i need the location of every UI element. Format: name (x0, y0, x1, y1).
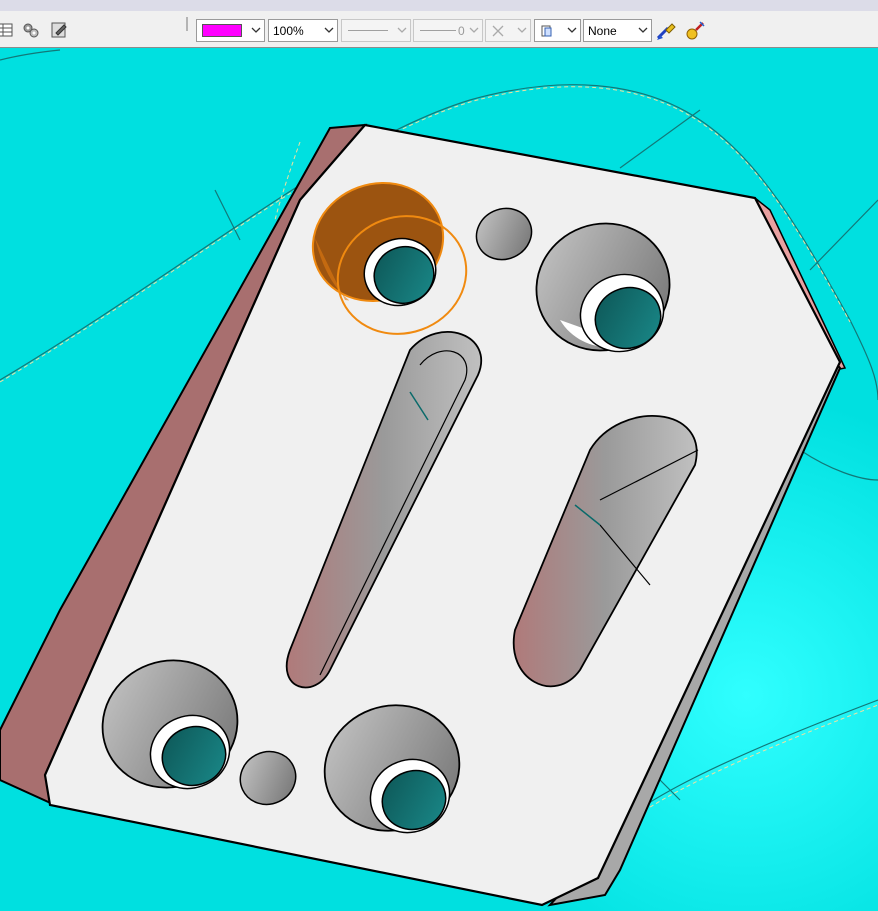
format-toolbar: 100% 0 None (0, 11, 878, 48)
line-style-combo[interactable] (341, 19, 411, 42)
chevron-down-icon (397, 27, 407, 33)
magic-wand-icon[interactable] (684, 20, 706, 42)
edit-sheet-icon[interactable] (50, 21, 68, 39)
chevron-down-icon (469, 27, 479, 33)
transparency-combo[interactable]: 100% (268, 19, 338, 42)
line-style-sample (348, 30, 388, 31)
window-titlebar-strip (0, 0, 878, 11)
layer-combo[interactable] (534, 19, 581, 42)
table-icon[interactable] (0, 21, 14, 39)
line-weight-sample (420, 30, 456, 31)
chevron-down-icon (324, 27, 334, 33)
toolbar-grip[interactable] (186, 17, 188, 31)
chevron-down-icon (517, 27, 527, 33)
line-weight-combo[interactable]: 0 (413, 19, 483, 42)
transparency-value: 100% (273, 24, 304, 38)
close-x-icon (492, 25, 504, 37)
fill-color-swatch (202, 24, 242, 37)
model-canvas[interactable] (0, 48, 878, 911)
line-weight-value: 0 (458, 24, 465, 38)
gears-icon[interactable] (22, 21, 40, 39)
line-end-combo[interactable] (485, 19, 531, 42)
layer-icon (541, 25, 552, 37)
shadow-combo[interactable]: None (583, 19, 652, 42)
model-viewport[interactable] (0, 48, 878, 911)
paint-brush-icon[interactable] (656, 20, 678, 42)
chevron-down-icon (638, 27, 648, 33)
chevron-down-icon (251, 27, 261, 33)
shadow-value: None (588, 24, 617, 38)
chevron-down-icon (567, 27, 577, 33)
fill-color-combo[interactable] (196, 19, 265, 42)
